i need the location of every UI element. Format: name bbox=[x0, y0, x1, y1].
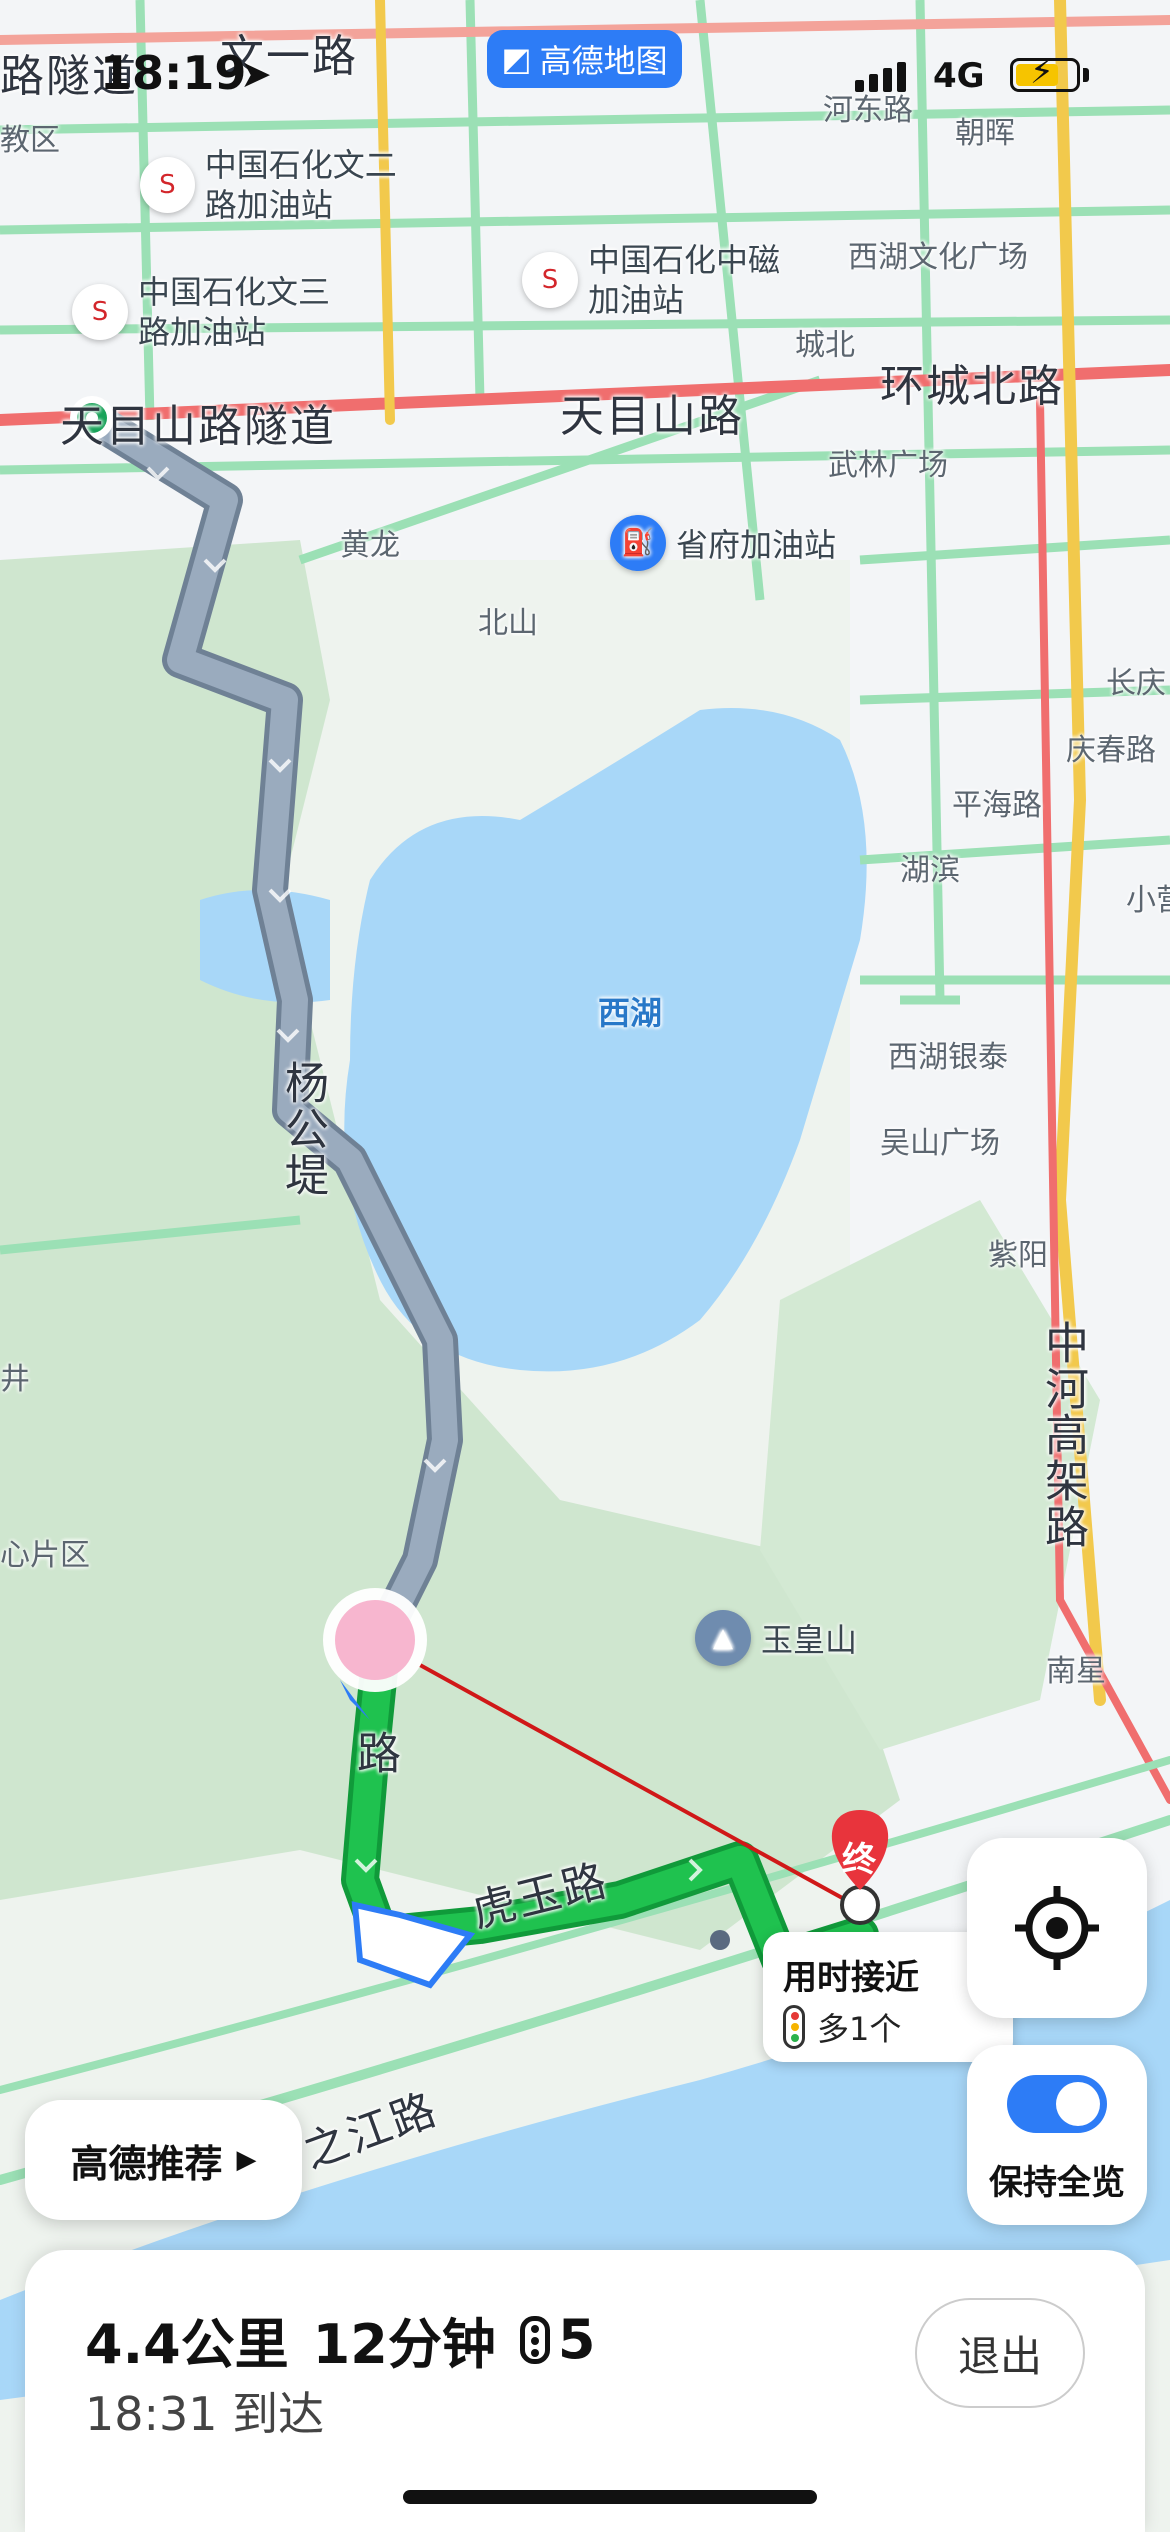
app-badge-label: 高德地图 bbox=[539, 42, 668, 80]
battery-cap bbox=[1083, 68, 1089, 82]
crosshair-icon bbox=[1015, 1886, 1099, 1970]
fuel-icon: ⛽ bbox=[610, 515, 666, 571]
traffic-light-icon bbox=[783, 2005, 805, 2049]
road-label: 环城北路 bbox=[880, 361, 1064, 412]
area-label: 紫阳 bbox=[988, 1238, 1048, 1273]
destination-marker-label[interactable]: 终 bbox=[842, 1832, 876, 1881]
network-type: 4G bbox=[933, 56, 985, 96]
sinopec-icon: S bbox=[72, 284, 128, 340]
poi-label: 省府加油站 bbox=[676, 526, 837, 564]
overview-switch[interactable] bbox=[1007, 2075, 1107, 2133]
area-label: 武林广场 bbox=[828, 448, 948, 483]
area-label: 长庆 bbox=[1106, 666, 1166, 701]
duration: 12分钟 bbox=[312, 2313, 496, 2376]
road-label: 路 bbox=[349, 1730, 400, 1776]
area-label: 井 bbox=[0, 1362, 30, 1397]
area-label: 小营 bbox=[1126, 883, 1170, 918]
area-label: 湖滨 bbox=[900, 853, 960, 888]
sinopec-icon: S bbox=[522, 252, 578, 308]
sinopec-icon: S bbox=[140, 157, 195, 213]
poi-gas-station[interactable]: S 中国石化文二路加油站 bbox=[140, 145, 400, 225]
recommend-label: 高德推荐 bbox=[70, 2141, 223, 2186]
poi-gas-station[interactable]: S 中国石化文三路加油站 bbox=[72, 272, 338, 352]
area-label: 心片区 bbox=[0, 1538, 90, 1573]
area-label: 平海路 bbox=[952, 788, 1042, 823]
status-bar: 18:19 ➤ ◩ 高德地图 4G ⚡ bbox=[0, 0, 1170, 150]
poi-gas-station[interactable]: S 中国石化中磁加油站 bbox=[522, 240, 788, 320]
callout-title: 用时接近 bbox=[783, 1958, 919, 1998]
poi-label: 中国石化中磁加油站 bbox=[588, 241, 781, 319]
poi-gas-station[interactable]: ⛽ 省府加油站 bbox=[610, 515, 836, 571]
area-label: 南星 bbox=[1046, 1654, 1106, 1689]
caret-right-icon: ▶ bbox=[236, 2145, 257, 2175]
arrival-time: 18:31 到达 bbox=[85, 2387, 325, 2441]
poi-label: 中国石化文三路加油站 bbox=[138, 273, 331, 351]
cellular-signal-icon bbox=[855, 62, 906, 92]
callout-lights: 多1个 bbox=[817, 2010, 902, 2048]
road-label: 杨公堤 bbox=[277, 1060, 328, 1198]
area-label: 西湖文化广场 bbox=[848, 240, 1028, 275]
poi-mountain[interactable]: ▲ 玉皇山 bbox=[695, 1610, 857, 1666]
keep-overview-toggle[interactable]: 保持全览 bbox=[967, 2045, 1147, 2225]
road-label: 天目山路隧道 bbox=[60, 401, 336, 452]
location-arrow-icon: ➤ bbox=[240, 52, 272, 96]
route-summary: 4.4公里 12分钟 5 bbox=[85, 2300, 595, 2379]
area-label: 庆春路 bbox=[1066, 733, 1156, 768]
poi-label: 中国石化文二路加油站 bbox=[204, 146, 397, 224]
clock: 18:19 bbox=[100, 46, 247, 100]
distance: 4.4公里 bbox=[85, 2313, 289, 2376]
route-summary-panel: 4.4公里 12分钟 5 18:31 到达 退出 bbox=[25, 2250, 1145, 2532]
area-label: 黄龙 bbox=[340, 528, 400, 563]
mountain-icon: ▲ bbox=[695, 1610, 751, 1666]
traffic-light-icon bbox=[519, 2315, 550, 2364]
exit-button[interactable]: 退出 bbox=[915, 2298, 1085, 2408]
road-label: 天目山路 bbox=[560, 391, 744, 442]
area-label: 西湖银泰 bbox=[888, 1040, 1008, 1075]
road-label: 中河高架路 bbox=[1037, 1320, 1088, 1550]
back-to-app-badge[interactable]: ◩ 高德地图 bbox=[487, 30, 682, 88]
area-label: 吴山广场 bbox=[880, 1126, 1000, 1161]
poi-label: 玉皇山 bbox=[761, 1621, 858, 1659]
area-label: 北山 bbox=[478, 606, 538, 641]
home-indicator[interactable] bbox=[403, 2490, 817, 2504]
amap-recommend-button[interactable]: 高德推荐 ▶ bbox=[25, 2100, 302, 2220]
traffic-light-count: 5 bbox=[557, 2308, 596, 2371]
lake-label: 西湖 bbox=[598, 994, 663, 1032]
charging-bolt-icon: ⚡ bbox=[1030, 52, 1054, 92]
locate-button[interactable] bbox=[967, 1838, 1147, 2018]
area-label: 城北 bbox=[795, 328, 855, 363]
overview-label: 保持全览 bbox=[989, 2163, 1125, 2203]
amap-icon: ◩ bbox=[501, 40, 532, 78]
